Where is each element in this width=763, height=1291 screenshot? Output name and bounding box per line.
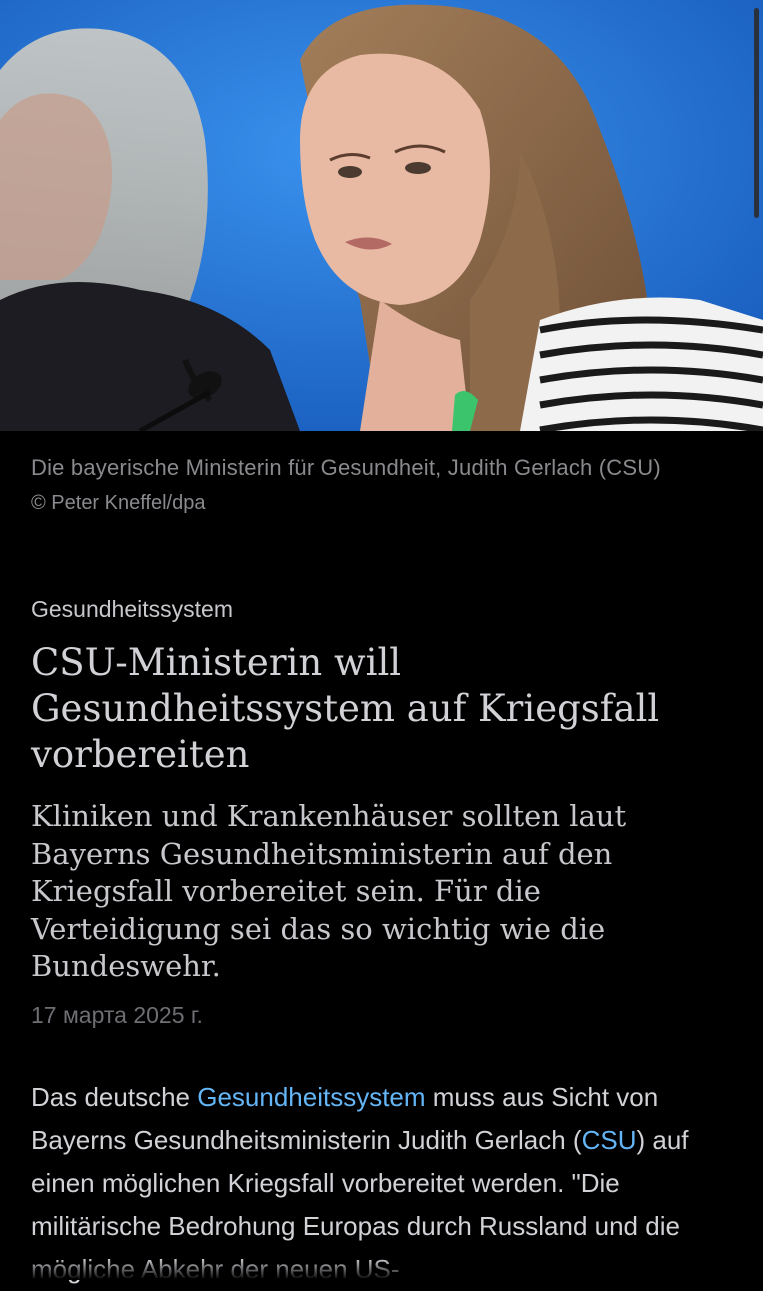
bottom-fade <box>0 1258 763 1280</box>
photo-illustration <box>0 0 763 431</box>
article-kicker[interactable]: Gesundheitssystem <box>31 596 233 623</box>
body-text-1: Das deutsche <box>31 1082 198 1112</box>
article-photo[interactable] <box>0 0 763 431</box>
link-csu[interactable]: CSU <box>582 1125 637 1155</box>
photo-caption-block: Die bayerische Ministerin für Gesundheit… <box>31 450 731 520</box>
article-date: 17 марта 2025 г. <box>31 1002 203 1028</box>
photo-credit: © Peter Kneffel/dpa <box>31 492 206 514</box>
article-headline: CSU-Ministerin will Gesundheitssystem au… <box>31 641 660 776</box>
article-lead: Kliniken und Krankenhäuser sollten laut … <box>31 799 627 983</box>
link-gesundheitssystem[interactable]: Gesundheitssystem <box>197 1082 425 1112</box>
photo-caption: Die bayerische Ministerin für Gesundheit… <box>31 455 661 480</box>
scrollbar[interactable] <box>754 8 759 218</box>
